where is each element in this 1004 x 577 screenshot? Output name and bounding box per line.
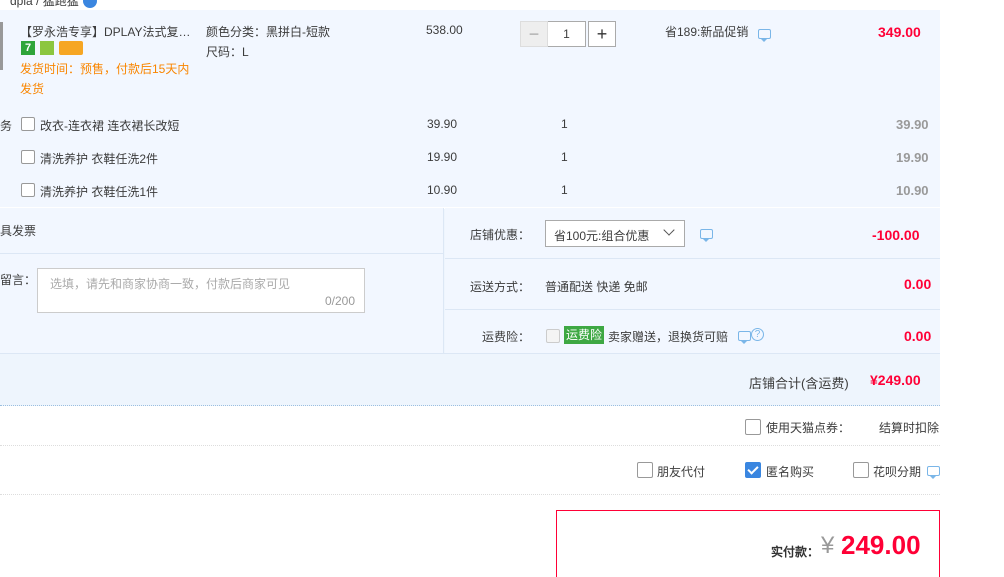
chat-icon[interactable] <box>700 229 713 242</box>
qty-decrease-button[interactable]: − <box>520 21 548 47</box>
service-checkbox-1[interactable] <box>21 117 35 131</box>
chevron-down-icon <box>663 224 675 236</box>
service-price-1: 39.90 <box>427 117 458 131</box>
message-counter: 0/200 <box>324 294 355 308</box>
chat-icon[interactable] <box>738 331 751 344</box>
tmall-points-label: 使用天猫点券： <box>766 421 851 435</box>
message-placeholder: 选填，请先和商家协商一致，付款后商家可见 <box>50 277 291 291</box>
huabei-label: 花呗分期 <box>873 465 922 479</box>
store-discount-value: 省100元:组合优惠 <box>554 229 650 243</box>
friend-pay-label: 朋友代付 <box>657 465 706 479</box>
service-qty-1: 1 <box>561 117 568 131</box>
summary-divider <box>0 353 940 354</box>
store-discount-amount: -100.00 <box>872 227 920 243</box>
store-discount-select[interactable]: 省100元:组合优惠 <box>545 220 685 247</box>
service-total-1: 39.90 <box>896 117 929 132</box>
tmall-points-note: 结算时扣除 <box>879 421 940 435</box>
item-subtotal: 349.00 <box>878 24 921 40</box>
tmall-points-checkbox[interactable] <box>745 419 761 435</box>
payment-box: 实付款： ¥ 249.00 <box>556 510 940 577</box>
seven-day-return-icon: 7 <box>21 41 35 55</box>
checkmark-icon <box>747 463 759 475</box>
service-price-3: 10.90 <box>427 183 458 197</box>
payment-label: 实付款： <box>771 545 820 559</box>
insurance-amount: 0.00 <box>904 328 932 344</box>
insurance-text: 卖家赠送，退换货可赔 <box>608 330 729 344</box>
ship-time-cont: 发货 <box>20 82 45 96</box>
shipping-method: 普通配送 快递 免邮 <box>545 280 648 294</box>
attr-size: 尺码：L <box>206 45 249 59</box>
insurance-label: 运费险： <box>482 330 531 344</box>
qty-input[interactable]: 1 <box>548 21 586 47</box>
ship-time: 发货时间：预售，付款后15天内 <box>20 62 190 76</box>
store-link[interactable]: dpla / 猛跑猛 <box>10 0 79 9</box>
shipping-label: 运送方式： <box>470 280 531 294</box>
promo-text: 省189:新品促销 <box>665 25 749 39</box>
shipping-amount: 0.00 <box>904 276 932 292</box>
message-textarea[interactable]: 选填，请先和商家协商一致，付款后商家可见 0/200 <box>37 268 365 313</box>
right-divider-2 <box>445 309 940 310</box>
chat-icon[interactable] <box>758 29 771 42</box>
row-divider <box>0 494 940 495</box>
qty-increase-button[interactable]: + <box>588 21 616 47</box>
product-title[interactable]: 【罗永浩专享】DPLAY法式复… <box>20 23 190 40</box>
info-icon <box>83 0 97 8</box>
chat-icon[interactable] <box>927 466 940 479</box>
help-icon[interactable]: ? <box>751 328 764 341</box>
service-checkbox-2[interactable] <box>21 150 35 164</box>
service-total-3: 10.90 <box>896 183 929 198</box>
insurance-checkbox[interactable] <box>546 329 560 343</box>
row-divider <box>0 445 940 446</box>
service-name-1: 改衣-连衣裙 连衣裙长改短 <box>40 119 180 133</box>
store-discount-label: 店铺优惠： <box>470 228 531 242</box>
anonymous-checkbox[interactable] <box>745 462 761 478</box>
right-divider-1 <box>445 258 940 259</box>
service-name-3: 清洗养护 衣鞋任洗1件 <box>40 185 159 199</box>
service-qty-3: 1 <box>561 183 568 197</box>
service-checkbox-3[interactable] <box>21 183 35 197</box>
attr-color: 颜色分类：黑拼白-短款 <box>206 25 330 39</box>
store-total-amount: ¥249.00 <box>870 372 921 388</box>
message-label: 留言： <box>0 273 37 287</box>
huabei-checkbox[interactable] <box>853 462 869 478</box>
store-total-label: 店铺合计(含运费) <box>749 376 849 391</box>
services-label: 务 <box>0 119 13 133</box>
guarantee-icon <box>40 41 54 55</box>
card-icon <box>59 41 83 55</box>
product-thumbnail[interactable] <box>0 22 3 70</box>
top-store-link-strip: dpla / 猛跑猛 <box>0 0 940 10</box>
payment-amount: 249.00 <box>841 530 921 560</box>
service-total-2: 19.90 <box>896 150 929 165</box>
friend-pay-checkbox[interactable] <box>637 462 653 478</box>
left-divider <box>0 253 444 254</box>
service-name-2: 清洗养护 衣鞋任洗2件 <box>40 152 159 166</box>
insurance-tag: 运费险 <box>564 326 605 344</box>
invoice-label[interactable]: 具发票 <box>0 222 36 239</box>
unit-price: 538.00 <box>426 23 463 37</box>
service-qty-2: 1 <box>561 150 568 164</box>
service-price-2: 19.90 <box>427 150 458 164</box>
anonymous-label: 匿名购买 <box>766 465 815 479</box>
currency-symbol: ¥ <box>821 532 835 559</box>
